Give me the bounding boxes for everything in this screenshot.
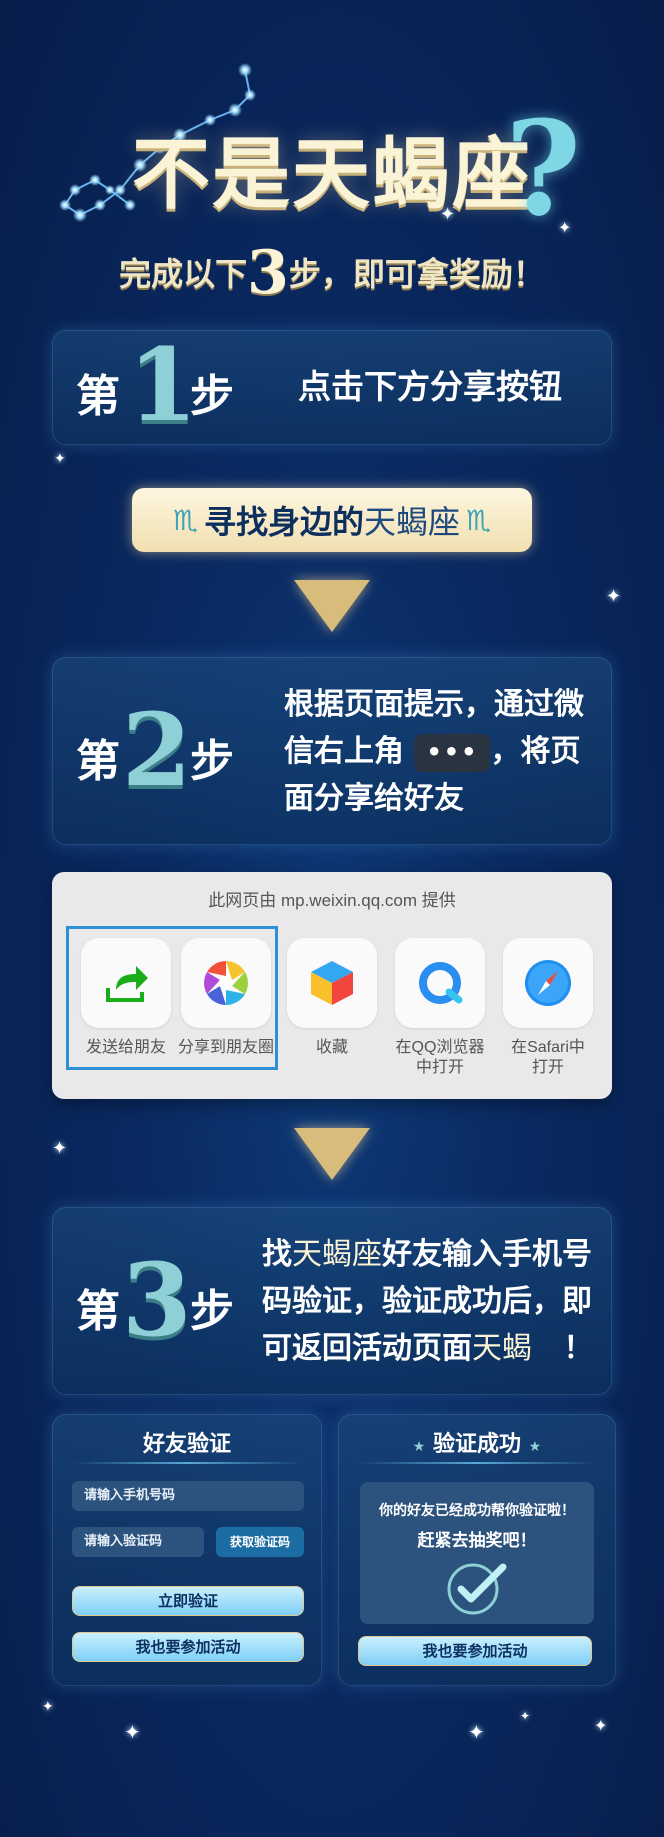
step-3-line-1: 找天蝎座好友输入手机号	[262, 1231, 607, 1278]
step-3-line-3-suffix: ！	[563, 1331, 594, 1366]
share-sheet-title: 此网页由 mp.weixin.qq.com 提供	[208, 891, 456, 910]
sparkle-icon: ✦	[54, 451, 66, 467]
wechat-share-sheet: 此网页由 mp.weixin.qq.com 提供 发送给朋友 分享到朋友圈 收藏…	[52, 872, 612, 1099]
step-2-prefix: 第	[76, 736, 120, 787]
friend-verify-card: 好友验证 请输入手机号码 请输入验证码 获取验证码 立即验证 我也要参加活动	[52, 1414, 322, 1686]
star-icon: ★	[412, 1439, 426, 1455]
step-3-line-1-prefix: 找	[262, 1237, 292, 1272]
step-1-prefix: 第	[76, 371, 120, 422]
share-item-safari[interactable]: 在Safari中 打开	[494, 938, 602, 1078]
step-3-line-3: 可返回活动页面天蝎 ！	[262, 1325, 607, 1372]
get-code-button[interactable]: 获取验证码	[216, 1527, 304, 1557]
step-3-zodiac: 天蝎座	[292, 1237, 382, 1272]
step-3-panel: 第 3 步 找天蝎座好友输入手机号 码验证，验证成功后，即 可返回活动页面天蝎 …	[52, 1207, 612, 1395]
sparkle-icon: ✦	[42, 1699, 54, 1715]
step-3-line-1-suffix: 好友输入手机号	[382, 1237, 592, 1272]
step-2-number: 2	[122, 691, 192, 809]
share-forward-icon	[81, 938, 171, 1028]
page-subtitle: 完成以下3步，即可拿奖励！	[0, 238, 664, 308]
verify-success-card: ★ 验证成功 ★ 你的好友已经成功帮你验证啦！ 赶紧去抽奖吧！ 我也要参加活动	[338, 1414, 616, 1686]
share-item-label: 分享到朋友圈	[177, 1039, 274, 1056]
share-item-label: 发送给朋友	[85, 1039, 166, 1056]
success-message-box: 你的好友已经成功帮你验证啦！ 赶紧去抽奖吧！	[360, 1482, 594, 1624]
sparkle-icon: ✦	[124, 1720, 141, 1744]
step-3-instruction: 找天蝎座好友输入手机号 码验证，验证成功后，即 可返回活动页面天蝎 ！	[262, 1231, 607, 1372]
divider	[72, 1462, 302, 1464]
verify-card-title: 好友验证	[142, 1432, 231, 1457]
share-item-label: 收藏	[315, 1039, 348, 1056]
join-activity-button[interactable]: 我也要参加活动	[358, 1636, 592, 1666]
step-3-zodiac-short: 天蝎	[472, 1331, 532, 1366]
subtitle-suffix: 步，即可拿奖励！	[288, 255, 545, 293]
moments-aperture-icon	[181, 938, 271, 1028]
divider	[358, 1462, 596, 1464]
safari-compass-icon	[503, 938, 593, 1028]
share-item-label-line: 中打开	[415, 1059, 464, 1076]
sparkle-icon: ✦	[520, 1709, 531, 1723]
star-icon: ★	[528, 1439, 542, 1455]
step-2-line-2-suffix: ，将页	[490, 734, 581, 769]
sparkle-icon: ✦	[606, 586, 622, 607]
step-2-line-1: 根据页面提示，通过微	[284, 687, 584, 722]
subtitle-prefix: 完成以下	[119, 255, 248, 293]
step-3-line-3-prefix: 可返回活动页面	[262, 1331, 472, 1366]
step-2-line-3: 面分享给好友	[284, 781, 464, 816]
check-mark-icon	[447, 1563, 507, 1615]
scorpio-glyph-left: ♏	[172, 503, 198, 537]
sparkle-icon: ✦	[558, 218, 572, 237]
success-card-title: ★ 验证成功 ★	[338, 1426, 616, 1458]
step-1-instruction: 点击下方分享按钮	[298, 367, 562, 406]
share-item-send-to-friend[interactable]: 发送给朋友	[72, 938, 180, 1058]
join-activity-button[interactable]: 我也要参加活动	[72, 1632, 304, 1662]
step-2-line-2: 信右上角 ••• ，将页	[284, 728, 604, 775]
sparkle-icon: ✦	[440, 204, 456, 225]
step-2-suffix: 步	[190, 736, 234, 787]
step-2-line-2-prefix: 信右上角	[284, 734, 404, 769]
step-2-instruction: 根据页面提示，通过微 信右上角 ••• ，将页 面分享给好友	[284, 681, 604, 822]
banner-zodiac: 天蝎座	[364, 503, 461, 541]
favorite-cube-icon	[287, 938, 377, 1028]
phone-number-input[interactable]: 请输入手机号码	[72, 1481, 304, 1511]
share-item-label-line: 打开	[531, 1059, 564, 1076]
sparkle-icon: ✦	[468, 1720, 485, 1744]
step-1-suffix: 步	[190, 371, 234, 422]
find-scorpio-banner: ♏ 寻找身边的 天蝎座 ♏	[132, 488, 532, 552]
step-2-panel: 第 2 步 根据页面提示，通过微 信右上角 ••• ，将页 面分享给好友	[52, 657, 612, 845]
success-title-text: 验证成功	[432, 1432, 521, 1457]
success-message-line-2: 赶紧去抽奖吧！	[417, 1531, 537, 1551]
verify-now-button[interactable]: 立即验证	[72, 1586, 304, 1616]
sparkle-icon: ✦	[52, 1138, 68, 1159]
step-3-line-2: 码验证，验证成功后，即	[262, 1284, 592, 1319]
scorpio-glyph-right: ♏	[466, 503, 492, 537]
share-item-qq-browser[interactable]: 在QQ浏览器 中打开	[386, 938, 494, 1078]
subtitle-step-count: 3	[247, 238, 289, 308]
down-arrow-icon	[294, 1128, 370, 1180]
share-item-favorite[interactable]: 收藏	[278, 938, 386, 1058]
verification-code-input[interactable]: 请输入验证码	[72, 1527, 204, 1557]
share-item-moments[interactable]: 分享到朋友圈	[172, 938, 280, 1058]
step-1-number: 1	[128, 326, 198, 444]
more-menu-dots-icon: •••	[414, 733, 491, 772]
share-item-label: 在QQ浏览器 中打开	[386, 1038, 494, 1078]
success-message-line-1: 你的好友已经成功帮你验证啦！	[379, 1503, 575, 1519]
step-3-prefix: 第	[76, 1286, 120, 1337]
step-1-panel: 第 1 步 点击下方分享按钮	[52, 326, 612, 445]
sparkle-icon: ✦	[594, 1716, 608, 1735]
step-3-number: 3	[122, 1241, 192, 1359]
share-item-label: 在Safari中 打开	[494, 1038, 602, 1078]
share-item-label-line: 在QQ浏览器	[395, 1039, 485, 1056]
banner-prefix: 寻找身边的	[203, 503, 364, 541]
down-arrow-icon	[294, 580, 370, 632]
qq-browser-icon	[395, 938, 485, 1028]
share-item-label-line: 在Safari中	[511, 1039, 585, 1056]
step-3-suffix: 步	[190, 1286, 234, 1337]
